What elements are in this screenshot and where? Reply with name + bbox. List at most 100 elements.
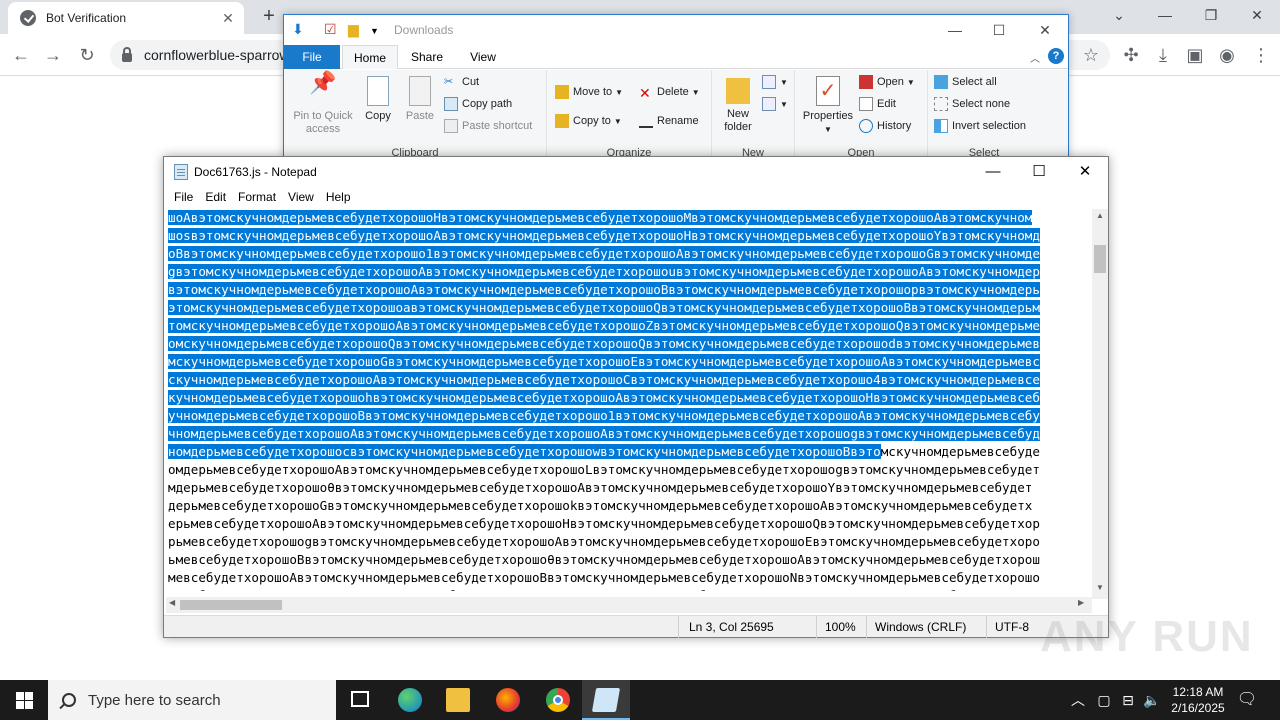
invert-selection-icon bbox=[934, 119, 948, 133]
quick-access-dropdown-icon[interactable]: ▼ bbox=[370, 26, 379, 36]
horizontal-scrollbar[interactable]: ◀ ▶ bbox=[166, 597, 1092, 613]
notepad-text-area[interactable]: шоАвэтомскучномдерьмевсебудетхорошоНвэто… bbox=[168, 209, 1088, 591]
text-line: дерьмевсебудетхорошоGвэтомскучномдерьмев… bbox=[168, 498, 1033, 513]
network-icon[interactable]: ⊟ bbox=[1116, 680, 1140, 720]
copy-label: Copy bbox=[365, 110, 391, 122]
menu-format[interactable]: Format bbox=[232, 190, 282, 204]
collapse-ribbon-icon[interactable]: ︿ bbox=[1030, 50, 1040, 65]
notepad-titlebar: Doc61763.js - Notepad — ☐ ✕ bbox=[164, 157, 1108, 187]
windows-start-icon[interactable] bbox=[0, 680, 48, 720]
browser-close-button[interactable]: ✕ bbox=[1234, 0, 1280, 30]
explorer-close-button[interactable]: ✕ bbox=[1022, 15, 1068, 45]
move-to-label: Move to bbox=[573, 86, 613, 98]
cursor-position: Ln 3, Col 25695 bbox=[689, 620, 774, 634]
vertical-scrollbar[interactable]: ▲ ▼ bbox=[1092, 209, 1108, 599]
invert-selection-button[interactable]: Invert selection bbox=[934, 117, 1026, 135]
easy-access-button[interactable]: ▼ bbox=[762, 95, 788, 113]
reload-icon[interactable]: ↻ bbox=[74, 42, 100, 68]
rename-button[interactable]: Rename bbox=[639, 112, 699, 130]
paste-icon bbox=[409, 76, 431, 106]
status-divider bbox=[866, 616, 867, 638]
volume-icon[interactable]: 🔈 bbox=[1140, 680, 1164, 720]
copy-to-button[interactable]: Copy to ▼ bbox=[555, 112, 622, 130]
side-panel-icon[interactable]: ▣ bbox=[1182, 42, 1208, 68]
move-to-button[interactable]: Move to ▼ bbox=[555, 83, 623, 101]
chrome-icon[interactable] bbox=[534, 680, 582, 720]
taskbar-clock[interactable]: 12:18 AM 2/16/2025 bbox=[1162, 684, 1234, 716]
menu-help[interactable]: Help bbox=[320, 190, 357, 204]
show-hidden-icons-icon[interactable]: ︿ bbox=[1066, 680, 1090, 720]
text-line-selected: gвэтомскучномдерьмевсебудетхорошоАвэтомс… bbox=[168, 263, 1088, 281]
copy-path-button[interactable]: Copy path bbox=[444, 95, 512, 113]
network-device-icon[interactable]: ▢ bbox=[1092, 680, 1116, 720]
firefox-icon[interactable] bbox=[484, 680, 532, 720]
profile-avatar-icon[interactable]: ◉ bbox=[1214, 42, 1240, 68]
tab-share[interactable]: Share bbox=[402, 45, 452, 69]
scroll-left-icon[interactable]: ◀ bbox=[169, 598, 175, 607]
downloads-icon[interactable]: ⤓ bbox=[1150, 42, 1176, 68]
select-all-button[interactable]: Select all bbox=[934, 73, 997, 91]
easy-access-icon bbox=[762, 97, 776, 111]
new-tab-button[interactable]: + bbox=[258, 6, 280, 28]
notepad-minimize-button[interactable]: — bbox=[970, 157, 1016, 187]
new-folder-button[interactable]: New folder bbox=[718, 76, 758, 134]
extensions-icon[interactable]: ✣ bbox=[1118, 42, 1144, 68]
copy-button[interactable]: Copy bbox=[360, 76, 396, 123]
taskbar-search-box[interactable]: Type here to search bbox=[48, 680, 336, 720]
notifications-icon[interactable]: 🗨 bbox=[1234, 680, 1260, 720]
firefox-glyph bbox=[496, 688, 520, 712]
paste-button[interactable]: Paste bbox=[402, 76, 438, 123]
selected-text: оВвэтомскучномдерьмевсебудетхорошо1вэтом… bbox=[168, 246, 1040, 261]
vertical-scroll-thumb[interactable] bbox=[1094, 245, 1106, 273]
tab-file[interactable]: File bbox=[284, 45, 340, 69]
new-item-button[interactable]: ▼ bbox=[762, 73, 788, 91]
edit-button[interactable]: Edit bbox=[859, 95, 896, 113]
menu-view[interactable]: View bbox=[282, 190, 320, 204]
new-folder-label: New folder bbox=[724, 108, 752, 133]
open-button[interactable]: Open ▼ bbox=[859, 73, 915, 91]
help-icon[interactable]: ? bbox=[1048, 48, 1064, 64]
paste-shortcut-button[interactable]: Paste shortcut bbox=[444, 117, 532, 135]
scroll-right-icon[interactable]: ▶ bbox=[1078, 598, 1084, 607]
explorer-minimize-button[interactable]: — bbox=[932, 15, 978, 45]
lock-icon[interactable] bbox=[122, 46, 132, 62]
properties-quick-icon[interactable]: ☑ bbox=[324, 21, 337, 38]
browser-tab[interactable]: Bot Verification ✕ bbox=[8, 2, 244, 34]
tab-home[interactable]: Home bbox=[342, 45, 398, 69]
browser-minimize-button[interactable]: — bbox=[1142, 0, 1188, 30]
move-to-dropdown-icon: ▼ bbox=[615, 87, 624, 97]
menu-file[interactable]: File bbox=[168, 190, 199, 204]
notepad-statusbar: Ln 3, Col 25695 100% Windows (CRLF) UTF-… bbox=[164, 615, 1108, 638]
menu-edit[interactable]: Edit bbox=[199, 190, 232, 204]
line-ending: Windows (CRLF) bbox=[875, 620, 967, 634]
new-folder-quick-icon[interactable]: ▆ bbox=[348, 21, 359, 38]
tab-close-icon[interactable]: ✕ bbox=[220, 10, 236, 26]
browser-restore-button[interactable]: ❐ bbox=[1188, 0, 1234, 30]
horizontal-scroll-thumb[interactable] bbox=[180, 600, 282, 610]
notepad-close-button[interactable]: ✕ bbox=[1062, 157, 1108, 187]
menu-kebab-icon[interactable]: ⋮ bbox=[1248, 42, 1274, 68]
back-arrow-icon[interactable]: ← bbox=[8, 42, 34, 68]
properties-button[interactable]: ✓ Properties ▼ bbox=[799, 76, 857, 136]
edge-icon[interactable] bbox=[386, 680, 434, 720]
select-none-button[interactable]: Select none bbox=[934, 95, 1010, 113]
explorer-maximize-button[interactable]: ☐ bbox=[976, 15, 1022, 45]
cut-button[interactable]: ✂ Cut bbox=[444, 73, 479, 91]
start-pane bbox=[25, 701, 33, 709]
forward-arrow-icon[interactable]: → bbox=[40, 42, 66, 68]
task-view-icon[interactable] bbox=[336, 680, 384, 720]
tab-view[interactable]: View bbox=[458, 45, 508, 69]
delete-label: Delete bbox=[657, 86, 689, 98]
notepad-taskbar-icon[interactable] bbox=[582, 680, 630, 720]
pin-quick-access-button[interactable]: 📌 Pin to Quick access bbox=[290, 72, 356, 136]
notepad-maximize-button[interactable]: ☐ bbox=[1016, 157, 1062, 187]
history-button[interactable]: History bbox=[859, 117, 911, 135]
bookmark-star-icon[interactable]: ☆ bbox=[1078, 42, 1104, 68]
text-line: евсебудетхорошоaвэтомскучномдерьмевсебуд… bbox=[168, 587, 1088, 591]
delete-button[interactable]: ✕ Delete ▼ bbox=[639, 83, 700, 101]
tab-search-icon[interactable]: ⌄ bbox=[1096, 0, 1142, 30]
scroll-down-icon[interactable]: ▼ bbox=[1092, 583, 1108, 592]
start-pane bbox=[25, 692, 33, 700]
file-explorer-icon[interactable] bbox=[434, 680, 482, 720]
scroll-up-icon[interactable]: ▲ bbox=[1092, 211, 1108, 220]
